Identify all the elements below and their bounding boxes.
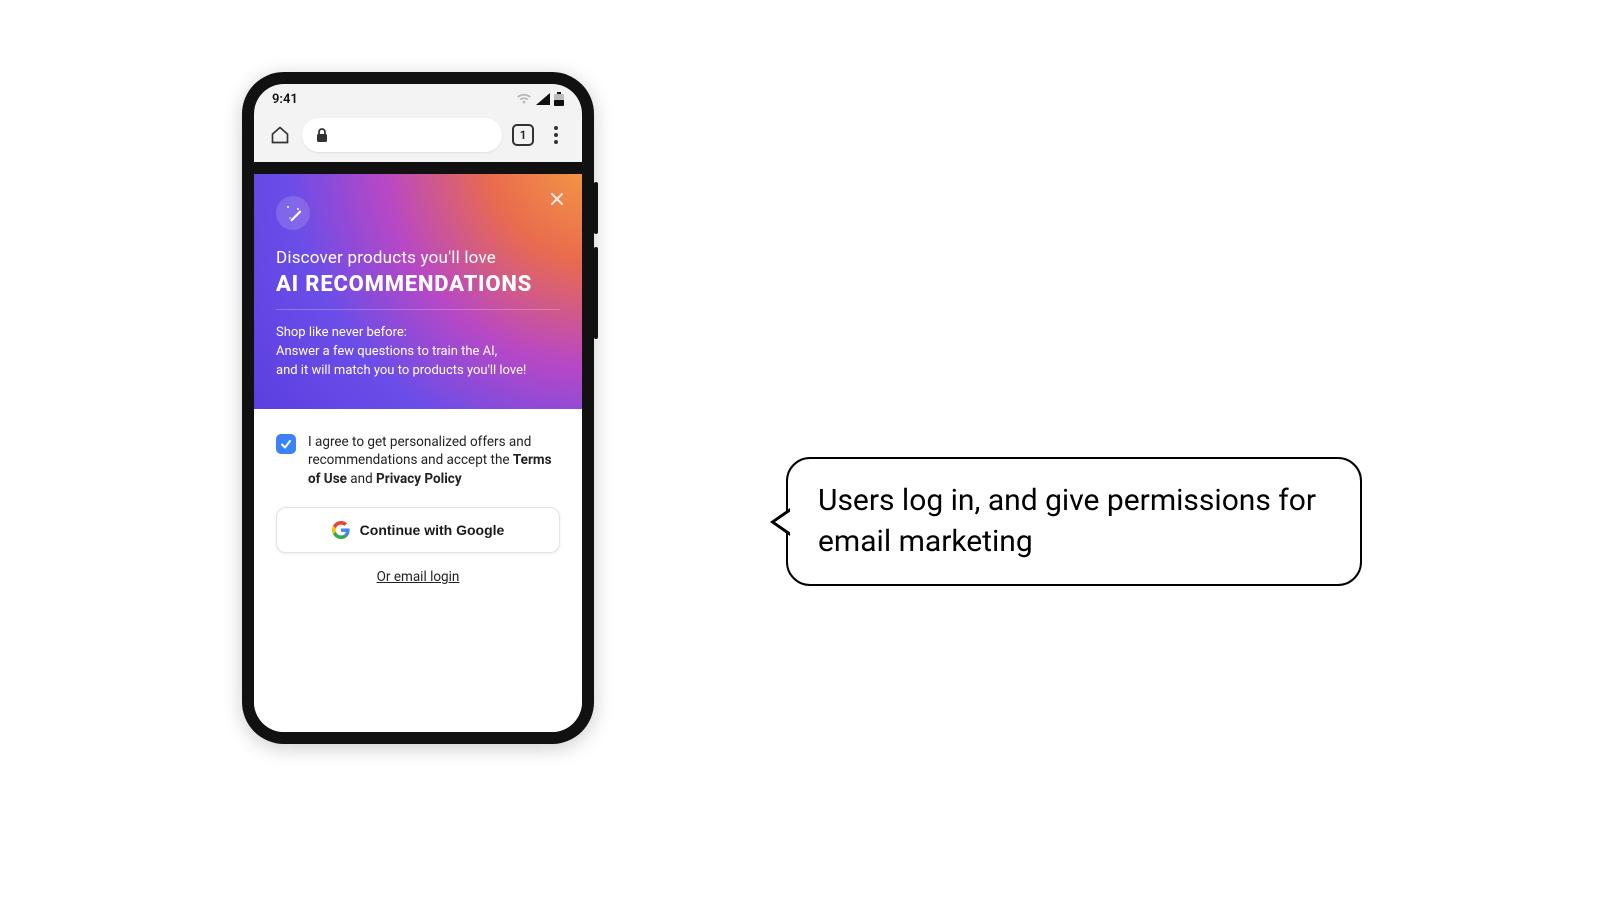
status-bar: 9:41 <box>254 84 582 114</box>
hero-body-line: Shop like never before: <box>276 325 407 340</box>
status-indicators <box>516 92 564 106</box>
consent-text: I agree to get personalized offers and r… <box>308 433 560 490</box>
wifi-icon <box>516 93 532 105</box>
annotation-callout: Users log in, and give permissions for e… <box>786 457 1362 586</box>
magic-wand-icon <box>284 204 302 222</box>
browser-toolbar: 1 <box>254 114 582 162</box>
home-button[interactable] <box>268 123 292 147</box>
phone-screen: 9:41 1 <box>254 84 582 732</box>
tabs-button[interactable]: 1 <box>512 124 534 146</box>
consent-row: I agree to get personalized offers and r… <box>276 433 560 490</box>
tab-count: 1 <box>520 128 527 142</box>
page-content: Discover products you'll love AI RECOMME… <box>254 174 582 732</box>
url-bar[interactable] <box>302 118 502 152</box>
consent-prefix: I agree to get personalized offers and r… <box>308 434 531 469</box>
lock-icon <box>316 128 328 142</box>
signal-icon <box>536 93 550 105</box>
hero-body: Shop like never before: Answer a few que… <box>276 324 560 381</box>
email-login-link[interactable]: Or email login <box>276 569 560 585</box>
checkmark-icon <box>280 438 292 450</box>
privacy-policy-link[interactable]: Privacy Policy <box>376 471 462 487</box>
continue-with-google-button[interactable]: Continue with Google <box>276 507 560 553</box>
auth-section: I agree to get personalized offers and r… <box>254 409 582 610</box>
google-button-label: Continue with Google <box>360 522 505 538</box>
hero-title: AI RECOMMENDATIONS <box>276 272 560 297</box>
consent-and: and <box>347 471 376 487</box>
consent-checkbox[interactable] <box>276 434 296 454</box>
hero-body-line: and it will match you to products you'll… <box>276 363 526 378</box>
battery-icon <box>554 92 564 106</box>
magic-wand-badge <box>276 196 310 230</box>
close-icon <box>550 192 564 206</box>
divider <box>254 162 582 174</box>
status-time: 9:41 <box>272 92 298 107</box>
close-button[interactable] <box>546 188 568 210</box>
hero-banner: Discover products you'll love AI RECOMME… <box>254 174 582 409</box>
phone-frame: 9:41 1 <box>242 72 594 744</box>
hero-subheading: Discover products you'll love <box>276 248 560 268</box>
hero-divider <box>276 309 560 310</box>
home-icon <box>270 125 290 145</box>
google-icon <box>332 521 350 539</box>
annotation-text: Users log in, and give permissions for e… <box>818 483 1316 559</box>
overflow-menu-button[interactable] <box>544 123 568 147</box>
hero-body-line: Answer a few questions to train the AI, <box>276 344 497 359</box>
